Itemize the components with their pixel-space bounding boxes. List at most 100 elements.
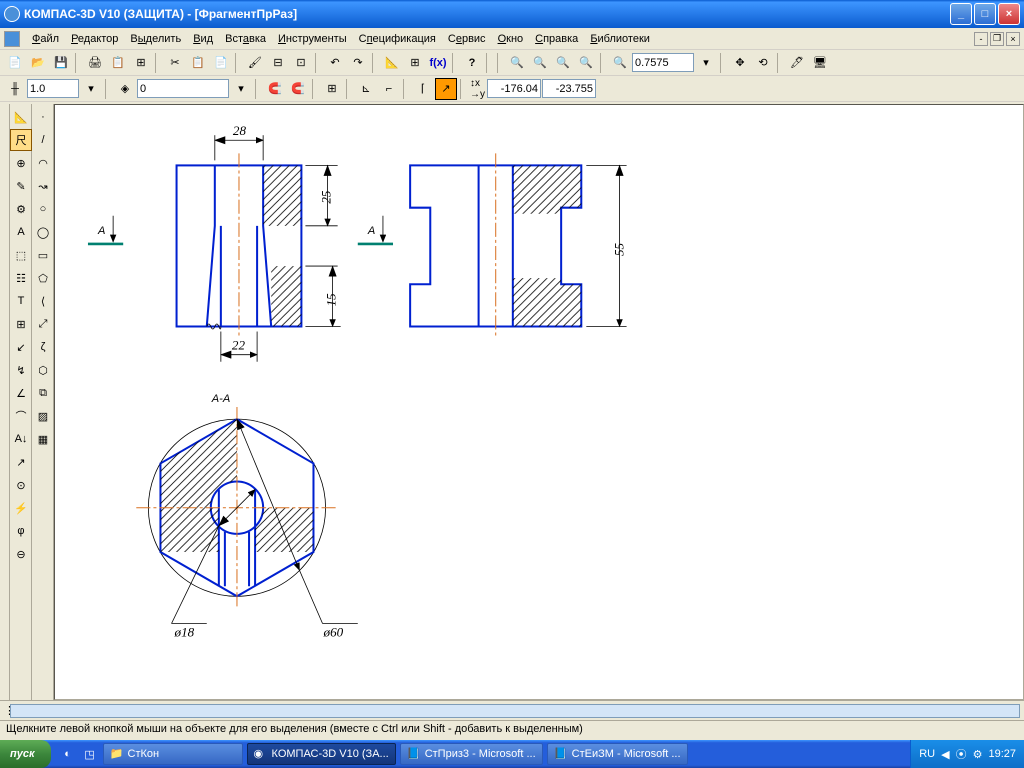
- param-icon[interactable]: ↗: [435, 78, 457, 100]
- zoomfit-icon[interactable]: 🔍: [575, 52, 597, 74]
- sub-circle[interactable]: ○: [32, 198, 54, 220]
- system-tray[interactable]: RU ◀ ⦿ ⚙ 19:27: [910, 740, 1024, 768]
- dropdown2-icon[interactable]: ▾: [80, 78, 102, 100]
- cut-button[interactable]: ✂: [164, 52, 186, 74]
- sub-equi[interactable]: ⧉: [32, 382, 54, 404]
- tool-table[interactable]: ⊞: [10, 313, 32, 335]
- tool-text[interactable]: Т: [10, 290, 32, 312]
- doc-button[interactable]: ⊞: [130, 52, 152, 74]
- tool-dim[interactable]: 尺: [10, 129, 32, 151]
- copy-button[interactable]: 📋: [187, 52, 209, 74]
- tool-notation[interactable]: ⊕: [10, 152, 32, 174]
- sub-fold[interactable]: ⟨: [32, 290, 54, 312]
- format-button[interactable]: ⊟: [267, 52, 289, 74]
- menu-select[interactable]: Выделить: [124, 31, 187, 47]
- layer-input[interactable]: [137, 79, 229, 98]
- coord-icon[interactable]: ⌐: [378, 78, 400, 100]
- paste-button[interactable]: 📄: [210, 52, 232, 74]
- tool-measure[interactable]: А: [10, 221, 32, 243]
- dropdown3-icon[interactable]: ▾: [230, 78, 252, 100]
- fx-button[interactable]: f(x): [427, 52, 449, 74]
- tool-axis[interactable]: ↙: [10, 336, 32, 358]
- lang-indicator[interactable]: RU: [919, 748, 935, 760]
- clock[interactable]: 19:27: [988, 748, 1016, 760]
- start-button[interactable]: пуск: [0, 740, 51, 768]
- save-button[interactable]: 💾: [50, 52, 72, 74]
- redraw-icon[interactable]: 🖊: [786, 52, 808, 74]
- minimize-button[interactable]: _: [950, 3, 972, 25]
- tool-geom[interactable]: 📐: [10, 106, 32, 128]
- pan-icon[interactable]: ✥: [729, 52, 751, 74]
- grid2-icon[interactable]: ⊞: [321, 78, 343, 100]
- zoomout-icon[interactable]: 🔍: [529, 52, 551, 74]
- tray-icon-3[interactable]: ⚙: [973, 748, 983, 761]
- close-button[interactable]: ×: [998, 3, 1020, 25]
- menu-file[interactable]: Файл: [26, 31, 65, 47]
- linestyle-icon[interactable]: ╫: [4, 78, 26, 100]
- tool-select[interactable]: ⬚: [10, 244, 32, 266]
- tool-spec[interactable]: ☷: [10, 267, 32, 289]
- sub-ellipse[interactable]: ◯: [32, 221, 54, 243]
- taskbtn-1[interactable]: 📁 СтКон: [103, 743, 243, 765]
- tool-param[interactable]: ⚙: [10, 198, 32, 220]
- tool-edit[interactable]: ✎: [10, 175, 32, 197]
- tool-a[interactable]: A↓: [10, 428, 32, 450]
- property-field[interactable]: [10, 704, 1020, 718]
- quick-desktop-icon[interactable]: ◳: [79, 743, 101, 765]
- snap1-icon[interactable]: 🧲: [264, 78, 286, 100]
- doc-icon[interactable]: [4, 31, 20, 47]
- help-button[interactable]: ?: [461, 52, 483, 74]
- coord-x-input[interactable]: [487, 79, 541, 98]
- zoom-input[interactable]: [632, 53, 694, 72]
- sub-fill[interactable]: ▦: [32, 428, 54, 450]
- dropdown-icon[interactable]: ▾: [695, 52, 717, 74]
- menu-tools[interactable]: Инструменты: [272, 31, 353, 47]
- sub-line[interactable]: /: [32, 129, 54, 151]
- layer-icon[interactable]: ◈: [114, 78, 136, 100]
- sub-poly[interactable]: ⬠: [32, 267, 54, 289]
- sub-break[interactable]: ζ: [32, 336, 54, 358]
- drawing-canvas[interactable]: 28 22 25 15 А: [54, 104, 1024, 700]
- tool-lightning[interactable]: ⚡: [10, 497, 32, 519]
- sub-hatch[interactable]: ▨: [32, 405, 54, 427]
- tray-icon-2[interactable]: ⦿: [956, 746, 967, 762]
- grid-button[interactable]: ⊞: [404, 52, 426, 74]
- tool-circle[interactable]: ⊙: [10, 474, 32, 496]
- tray-icon-1[interactable]: ◀: [941, 748, 949, 761]
- ortho-icon[interactable]: ⊾: [355, 78, 377, 100]
- menu-insert[interactable]: Вставка: [219, 31, 272, 47]
- calc-button[interactable]: 📐: [381, 52, 403, 74]
- quick-ie-icon[interactable]: ◐: [57, 743, 79, 765]
- undo-button[interactable]: ↶: [324, 52, 346, 74]
- zoom-icon[interactable]: 🔍: [609, 52, 631, 74]
- sub-chamfer[interactable]: ⤢: [32, 313, 54, 335]
- zoomin-icon[interactable]: 🔍: [506, 52, 528, 74]
- refresh-icon[interactable]: 🖥: [809, 52, 831, 74]
- open-button[interactable]: 📂: [27, 52, 49, 74]
- tool-arc[interactable]: ⌒: [10, 405, 32, 427]
- mdi-restore[interactable]: ❐: [990, 32, 1004, 46]
- redo-button[interactable]: ↷: [347, 52, 369, 74]
- new-button[interactable]: 📄: [4, 52, 26, 74]
- tool-circ2[interactable]: ⊖: [10, 543, 32, 565]
- props-button[interactable]: 🖌: [244, 52, 266, 74]
- linestyle-input[interactable]: [27, 79, 79, 98]
- sub-arc[interactable]: ◠: [32, 152, 54, 174]
- maximize-button[interactable]: □: [974, 3, 996, 25]
- rotate-icon[interactable]: ⟲: [752, 52, 774, 74]
- print-button[interactable]: 🖨: [84, 52, 106, 74]
- tool-line[interactable]: ∠: [10, 382, 32, 404]
- leftbar-grip[interactable]: [0, 104, 10, 700]
- taskbtn-3[interactable]: 📘 СтПриз3 - Microsoft ...: [400, 743, 543, 765]
- menu-spec[interactable]: Спецификация: [353, 31, 442, 47]
- round-icon[interactable]: ⌈: [412, 78, 434, 100]
- menu-help[interactable]: Справка: [529, 31, 584, 47]
- tool-phi[interactable]: φ: [10, 520, 32, 542]
- menu-window[interactable]: Окно: [492, 31, 530, 47]
- sub-point[interactable]: ·: [32, 106, 54, 128]
- sub-spline[interactable]: ↝: [32, 175, 54, 197]
- snap2-icon[interactable]: 🧲: [287, 78, 309, 100]
- sub-hex[interactable]: ⬡: [32, 359, 54, 381]
- tool-break[interactable]: ↯: [10, 359, 32, 381]
- mdi-minimize[interactable]: -: [974, 32, 988, 46]
